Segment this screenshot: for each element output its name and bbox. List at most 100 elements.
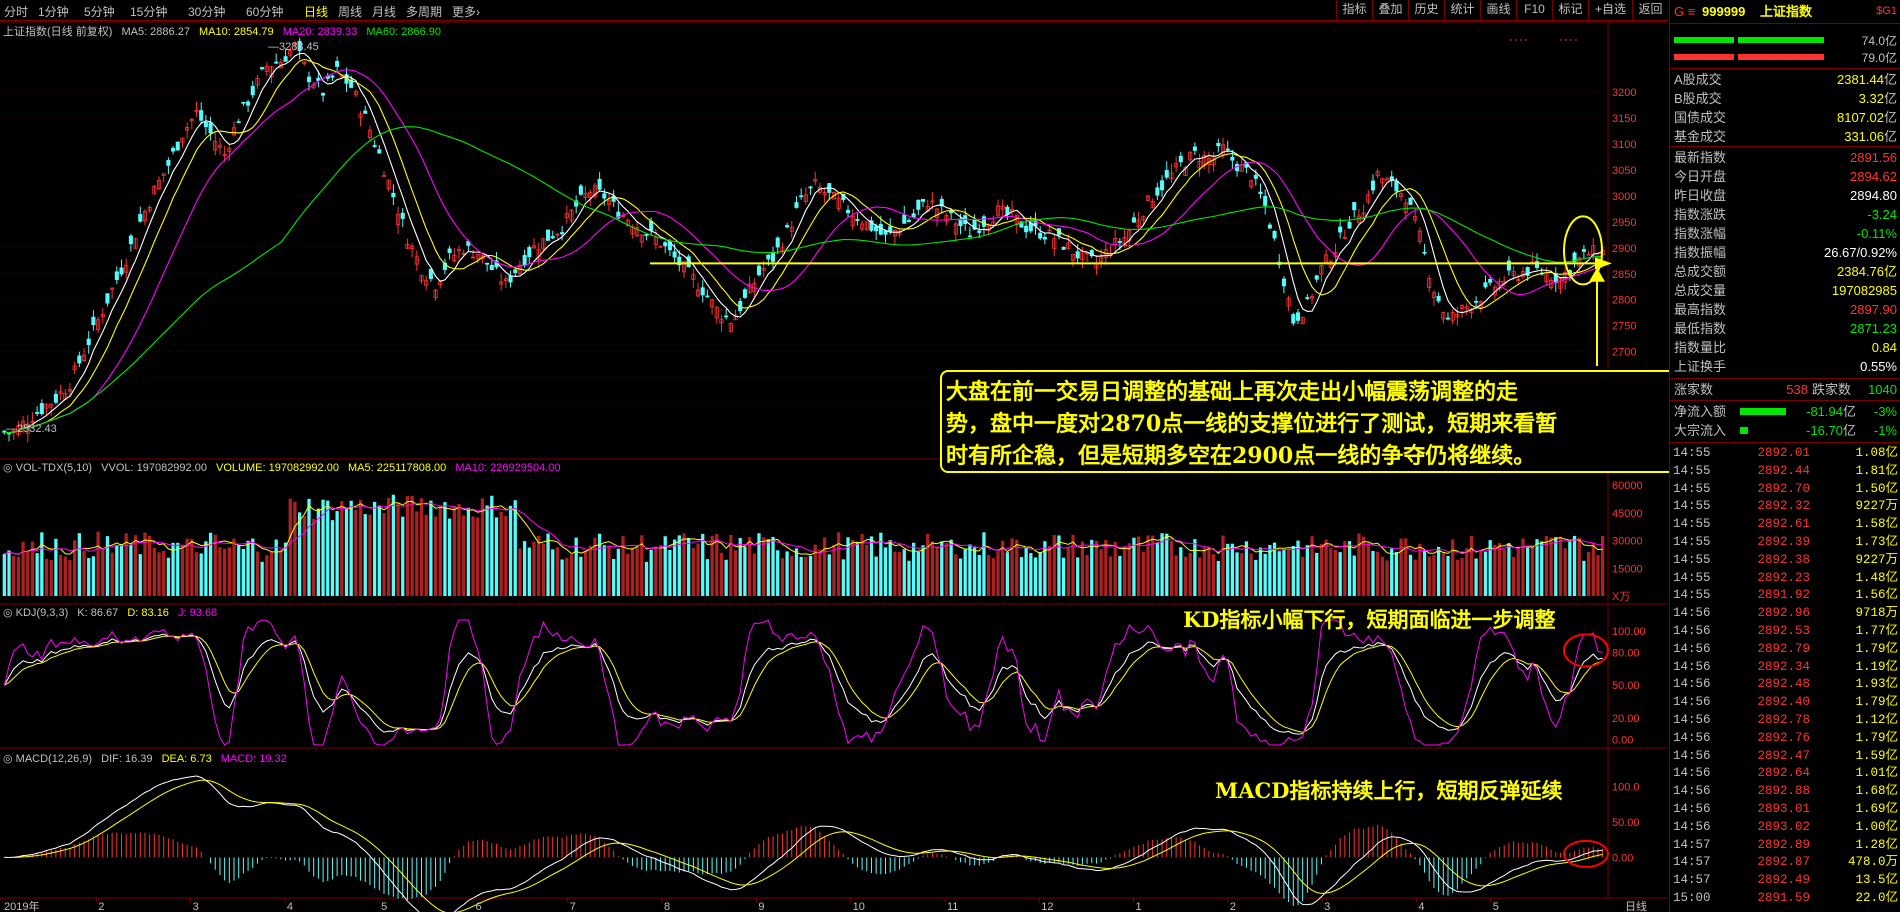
d-readout: D: 83.16 bbox=[127, 607, 169, 619]
volume-bar bbox=[1047, 546, 1052, 596]
volume-bar bbox=[1066, 547, 1070, 596]
candle-body bbox=[916, 199, 921, 210]
volume-bar bbox=[1216, 560, 1220, 596]
stat-row: 总成交额 2384.76亿 bbox=[1670, 262, 1900, 281]
tick-volume: 1.50亿 bbox=[1855, 481, 1898, 496]
x-axis-label: 4 bbox=[287, 901, 293, 912]
volume-bar bbox=[668, 549, 672, 596]
stat-row: 总成交量 197082985 bbox=[1670, 281, 1900, 300]
volume-bar bbox=[968, 544, 972, 596]
volume-bar bbox=[672, 539, 677, 596]
tick-price: 2892.32 bbox=[1757, 499, 1810, 514]
candle-body bbox=[1253, 174, 1258, 179]
candle-body bbox=[1075, 251, 1080, 259]
price-tick-label: 3200 bbox=[1612, 87, 1636, 99]
volume-tick-label: 45000 bbox=[1612, 508, 1643, 520]
price-tick-label: 2750 bbox=[1612, 321, 1636, 333]
kdj-header: ◎ KDJ(9,3,3) K: 86.67 D: 83.16 J: 93.68 bbox=[3, 607, 218, 619]
volume-bar bbox=[1277, 551, 1281, 596]
volume-bar bbox=[372, 501, 377, 596]
macd-title: MACD(12,26,9) bbox=[15, 753, 93, 765]
candle-body bbox=[700, 287, 705, 296]
volume-bar bbox=[780, 558, 785, 596]
volume-bar bbox=[1432, 554, 1436, 596]
vol-ma5-readout: MA5: 225117808.00 bbox=[348, 462, 447, 474]
dif-readout: DIF: 16.39 bbox=[101, 753, 153, 765]
candle-body bbox=[246, 101, 251, 106]
flow-value: -81.94亿 bbox=[1806, 404, 1856, 419]
turnover-unit: 亿 bbox=[1883, 129, 1897, 144]
tick-row: 14:56 2892.78 1.12亿 bbox=[1670, 711, 1900, 729]
symbol-prefix: G ≡ bbox=[1674, 4, 1696, 19]
vvol-readout: VVOL: 197082992.00 bbox=[101, 462, 207, 474]
tick-volume: 13.5亿 bbox=[1855, 873, 1898, 888]
volume-bar bbox=[1033, 557, 1038, 596]
volume-bar bbox=[1207, 546, 1211, 596]
tick-row: 14:56 2892.48 1.93亿 bbox=[1670, 675, 1900, 693]
volume-bar bbox=[719, 552, 724, 596]
volume-bar bbox=[687, 537, 691, 596]
stat-value: 197082985 bbox=[1831, 283, 1897, 298]
volume-bar bbox=[1418, 543, 1422, 596]
volume-bar bbox=[1436, 546, 1441, 596]
candle-body bbox=[306, 76, 312, 83]
volume-bar bbox=[82, 550, 86, 596]
flow-label: 净流入额 bbox=[1674, 404, 1727, 419]
volume-bar bbox=[1385, 560, 1389, 596]
volume-bar bbox=[302, 516, 306, 596]
tick-price: 2892.47 bbox=[1757, 748, 1810, 763]
ma20-readout: MA20: 2839.33 bbox=[282, 26, 358, 38]
volume-bar bbox=[443, 502, 447, 596]
candle-body bbox=[949, 210, 954, 214]
volume-bar bbox=[963, 549, 967, 596]
candle-body bbox=[128, 235, 133, 245]
x-axis-label: 2019年 bbox=[4, 899, 39, 912]
candle-body bbox=[1225, 148, 1230, 151]
volume-bar bbox=[54, 538, 58, 596]
tick-time: 14:56 bbox=[1673, 713, 1711, 727]
volume-bar bbox=[1254, 559, 1258, 596]
tick-time: 14:56 bbox=[1673, 802, 1711, 816]
tick-time: 14:56 bbox=[1673, 659, 1711, 674]
candle-body bbox=[372, 145, 377, 147]
volume-bar bbox=[1286, 549, 1291, 596]
volume-bar bbox=[1390, 548, 1394, 596]
candle-body bbox=[770, 252, 776, 262]
quote-header[interactable]: G ≡ 999999 上证指数 $G1 bbox=[1670, 2, 1900, 21]
volume-bar bbox=[1511, 556, 1516, 596]
volume-bar bbox=[607, 545, 611, 596]
volume-bar bbox=[1104, 539, 1108, 596]
candle-body bbox=[508, 275, 513, 283]
volume-bar bbox=[1516, 546, 1520, 596]
main-chart-title: 上证指数(日线 前复权) bbox=[3, 26, 113, 38]
candle-body bbox=[447, 248, 452, 253]
candle-body bbox=[1352, 202, 1357, 211]
volume-bar bbox=[190, 539, 194, 596]
volume-bar bbox=[368, 514, 372, 596]
tick-volume: 478.0万 bbox=[1847, 855, 1898, 870]
volume-bar bbox=[1479, 550, 1483, 596]
macd-header: ◎ MACD(12,26,9) DIF: 16.39 DEA: 6.73 MAC… bbox=[3, 753, 287, 765]
tick-row: 14:57 2892.87 478.0万 bbox=[1670, 853, 1900, 871]
kdj-tick-label: 50.00 bbox=[1612, 680, 1640, 692]
volume-bar bbox=[40, 532, 44, 596]
volume-bar bbox=[157, 552, 161, 596]
tick-time: 14:57 bbox=[1673, 873, 1711, 888]
volume-bar bbox=[152, 547, 156, 596]
candle-body bbox=[742, 289, 747, 298]
tick-time: 14:55 bbox=[1673, 481, 1711, 496]
tick-volume: 1.68亿 bbox=[1855, 784, 1898, 799]
volume-bar bbox=[799, 556, 803, 596]
price-tick-label: 3100 bbox=[1612, 139, 1636, 151]
tick-price: 2892.87 bbox=[1757, 855, 1810, 870]
commentary-line-1: 大盘在前一交易日调整的基础上再次走出小幅震荡调整的走 bbox=[946, 379, 1519, 405]
tick-row: 14:56 2892.53 1.77亿 bbox=[1670, 622, 1900, 640]
volume-bar bbox=[626, 553, 630, 596]
candle-body bbox=[241, 101, 246, 104]
volume-bar bbox=[1240, 553, 1244, 596]
x-axis-label: 6 bbox=[475, 901, 481, 912]
volume-bar bbox=[326, 500, 330, 596]
candle-body bbox=[799, 195, 804, 198]
main-chart-header: 上证指数(日线 前复权) MA5: 2886.27 MA10: 2854.79 … bbox=[3, 23, 441, 39]
volume-bar bbox=[1460, 558, 1464, 596]
